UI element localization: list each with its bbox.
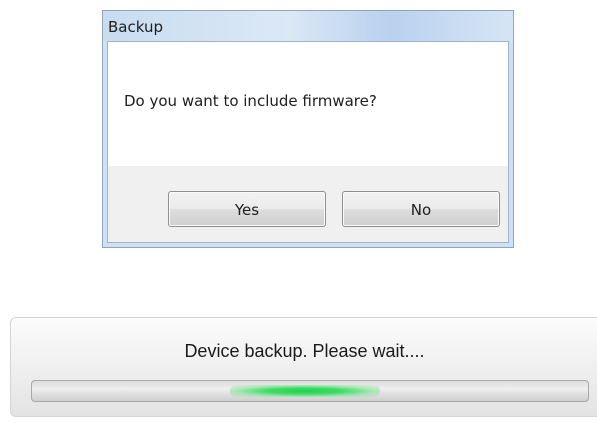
progress-message: Device backup. Please wait.... — [184, 341, 425, 361]
progress-indicator — [230, 385, 380, 397]
dialog-button-bar: Yes No — [108, 166, 508, 242]
progress-bar — [31, 380, 589, 402]
dialog-title: Backup — [108, 18, 163, 36]
no-button[interactable]: No — [342, 191, 500, 227]
backup-dialog: Backup Do you want to include firmware? … — [102, 10, 514, 248]
backup-progress-panel: Device backup. Please wait.... — [10, 317, 597, 417]
yes-button[interactable]: Yes — [168, 191, 326, 227]
dialog-body: Do you want to include firmware? Yes No — [107, 41, 509, 243]
dialog-titlebar[interactable]: Backup — [103, 11, 513, 41]
dialog-message: Do you want to include firmware? — [124, 92, 377, 110]
